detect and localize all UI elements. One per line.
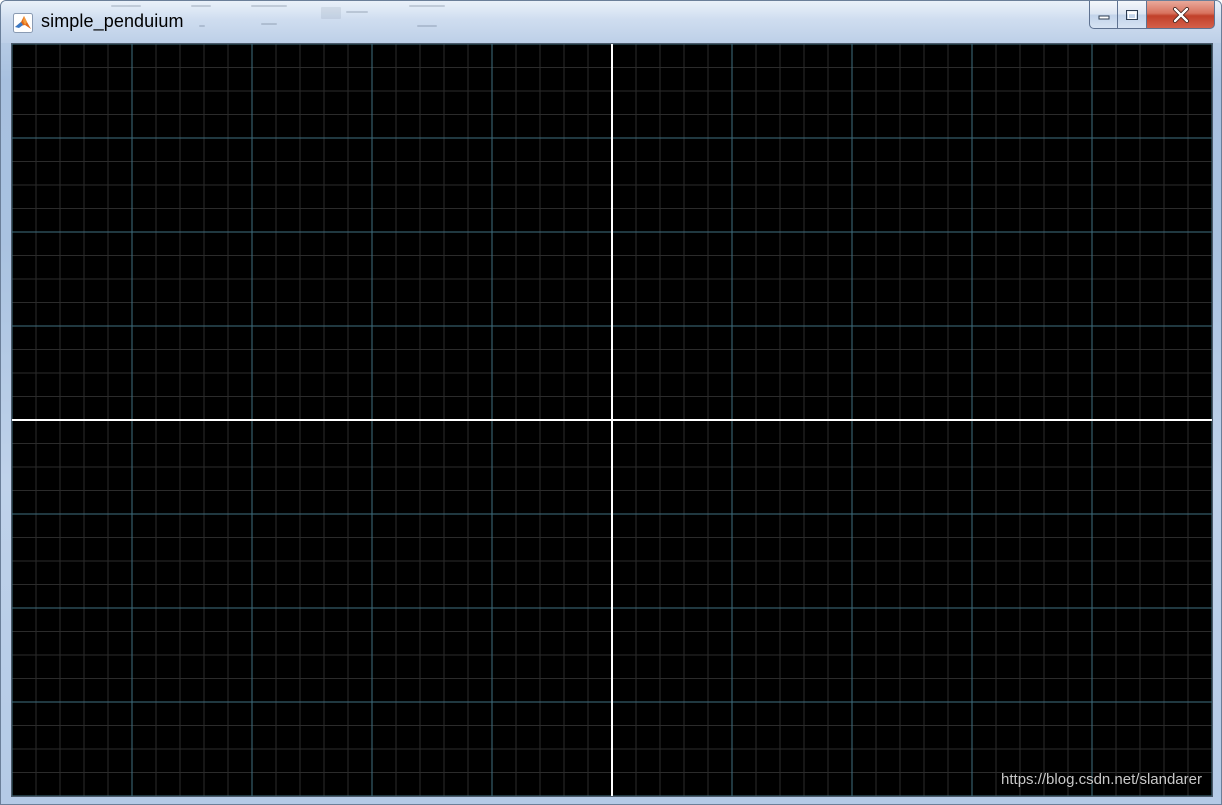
watermark-text: https://blog.csdn.net/slandarer xyxy=(1001,771,1202,788)
window-title: simple_penduium xyxy=(41,11,184,31)
close-icon xyxy=(1172,6,1189,23)
caption-buttons xyxy=(1089,1,1215,31)
plot-axes[interactable] xyxy=(12,44,1213,797)
close-button[interactable] xyxy=(1147,1,1215,29)
minimize-icon xyxy=(1098,15,1109,19)
minimize-button[interactable] xyxy=(1089,1,1118,29)
figure-window: simple_penduium https://blog.csdn.net/sl… xyxy=(0,0,1222,805)
maximize-icon xyxy=(1126,9,1138,20)
matlab-logo-icon[interactable] xyxy=(13,13,33,33)
title-bar[interactable]: simple_penduium xyxy=(1,1,1221,43)
figure-canvas[interactable]: https://blog.csdn.net/slandarer xyxy=(11,43,1213,797)
axes-lines xyxy=(12,44,1212,796)
maximize-button[interactable] xyxy=(1118,1,1147,29)
